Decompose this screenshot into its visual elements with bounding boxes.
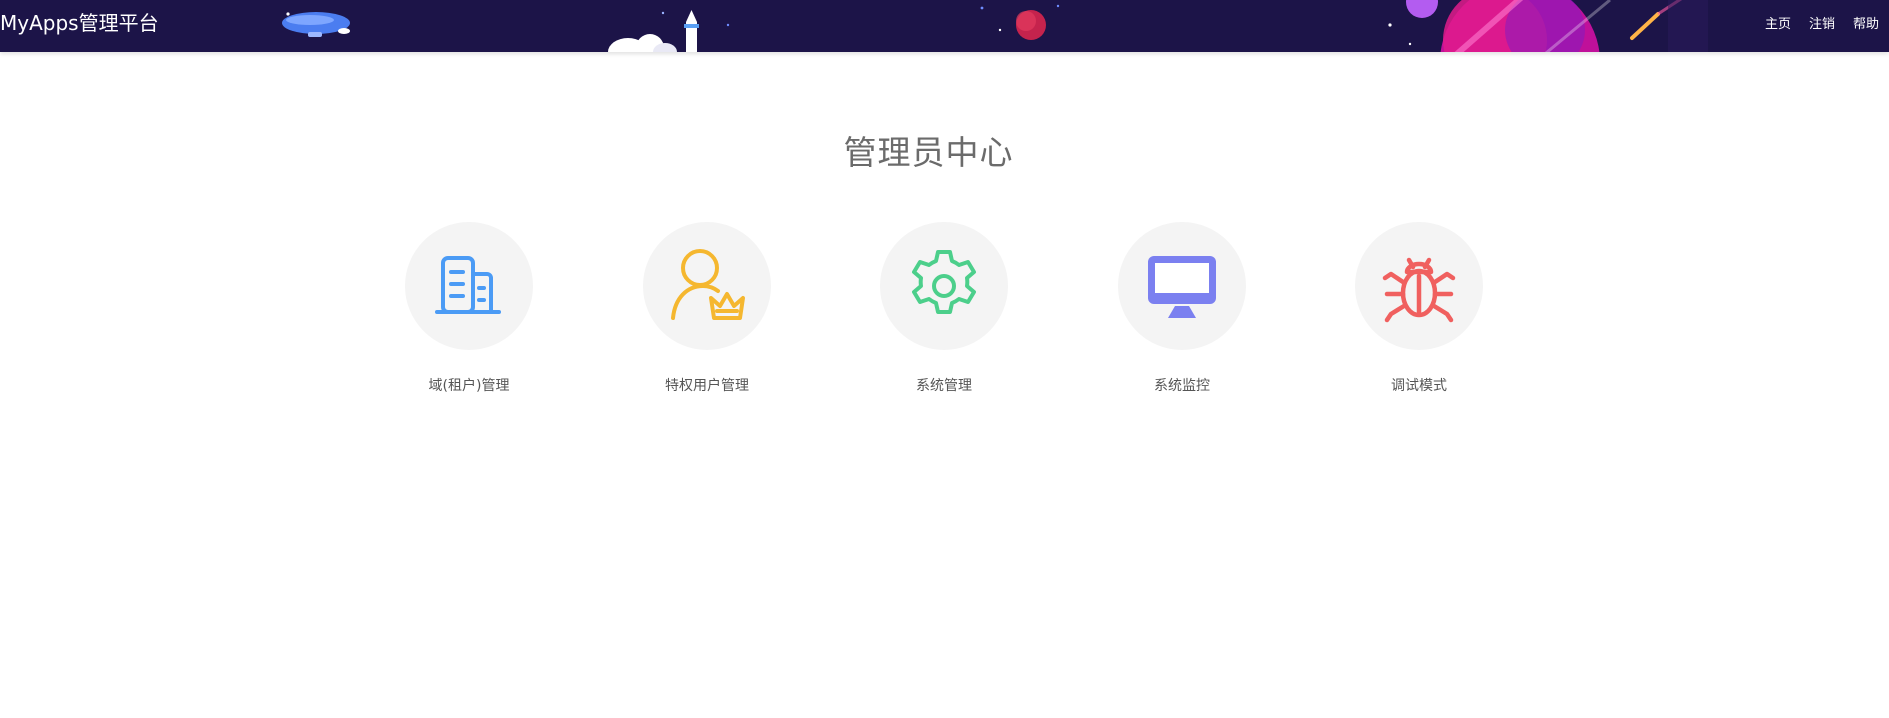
nav-link-home[interactable]: 主页 bbox=[1765, 16, 1791, 34]
tile-label: 系统管理 bbox=[916, 378, 972, 394]
tile-label: 系统监控 bbox=[1154, 378, 1210, 394]
user-crown-icon bbox=[671, 249, 745, 320]
tile-icon-circle bbox=[880, 222, 1008, 350]
tile-icon-circle bbox=[1118, 222, 1246, 350]
space-banner-illustration bbox=[282, 0, 1708, 52]
building-icon bbox=[435, 256, 501, 314]
tile-privileged-user-management[interactable]: 特权用户管理 bbox=[627, 222, 787, 402]
gear-icon bbox=[912, 250, 976, 314]
tile-system-monitoring[interactable]: 系统监控 bbox=[1102, 222, 1262, 402]
bug-icon bbox=[1382, 257, 1456, 323]
top-nav-links: 主页 注销 帮助 bbox=[1765, 16, 1879, 34]
tile-label: 域(租户)管理 bbox=[428, 378, 510, 394]
app-brand-title: MyApps管理平台 bbox=[0, 11, 159, 35]
tile-debug-mode[interactable]: 调试模式 bbox=[1339, 222, 1499, 402]
page-title: 管理员中心 bbox=[843, 133, 1014, 172]
tile-icon-circle bbox=[1355, 222, 1483, 350]
tile-label: 特权用户管理 bbox=[665, 378, 749, 394]
tile-system-management[interactable]: 系统管理 bbox=[864, 222, 1024, 402]
tile-icon-circle bbox=[643, 222, 771, 350]
monitor-icon bbox=[1148, 256, 1216, 318]
nav-link-logout[interactable]: 注销 bbox=[1809, 16, 1835, 34]
admin-function-tiles: 域(租户)管理 特权用户管理 系统管理 系统监控 调试模式 bbox=[389, 222, 1483, 402]
top-navigation-bar: MyApps管理平台 主页 注销 帮助 bbox=[0, 0, 1889, 52]
tile-domain-tenant-management[interactable]: 域(租户)管理 bbox=[389, 222, 549, 402]
nav-link-help[interactable]: 帮助 bbox=[1853, 16, 1879, 34]
tile-icon-circle bbox=[405, 222, 533, 350]
tile-label: 调试模式 bbox=[1391, 378, 1447, 394]
